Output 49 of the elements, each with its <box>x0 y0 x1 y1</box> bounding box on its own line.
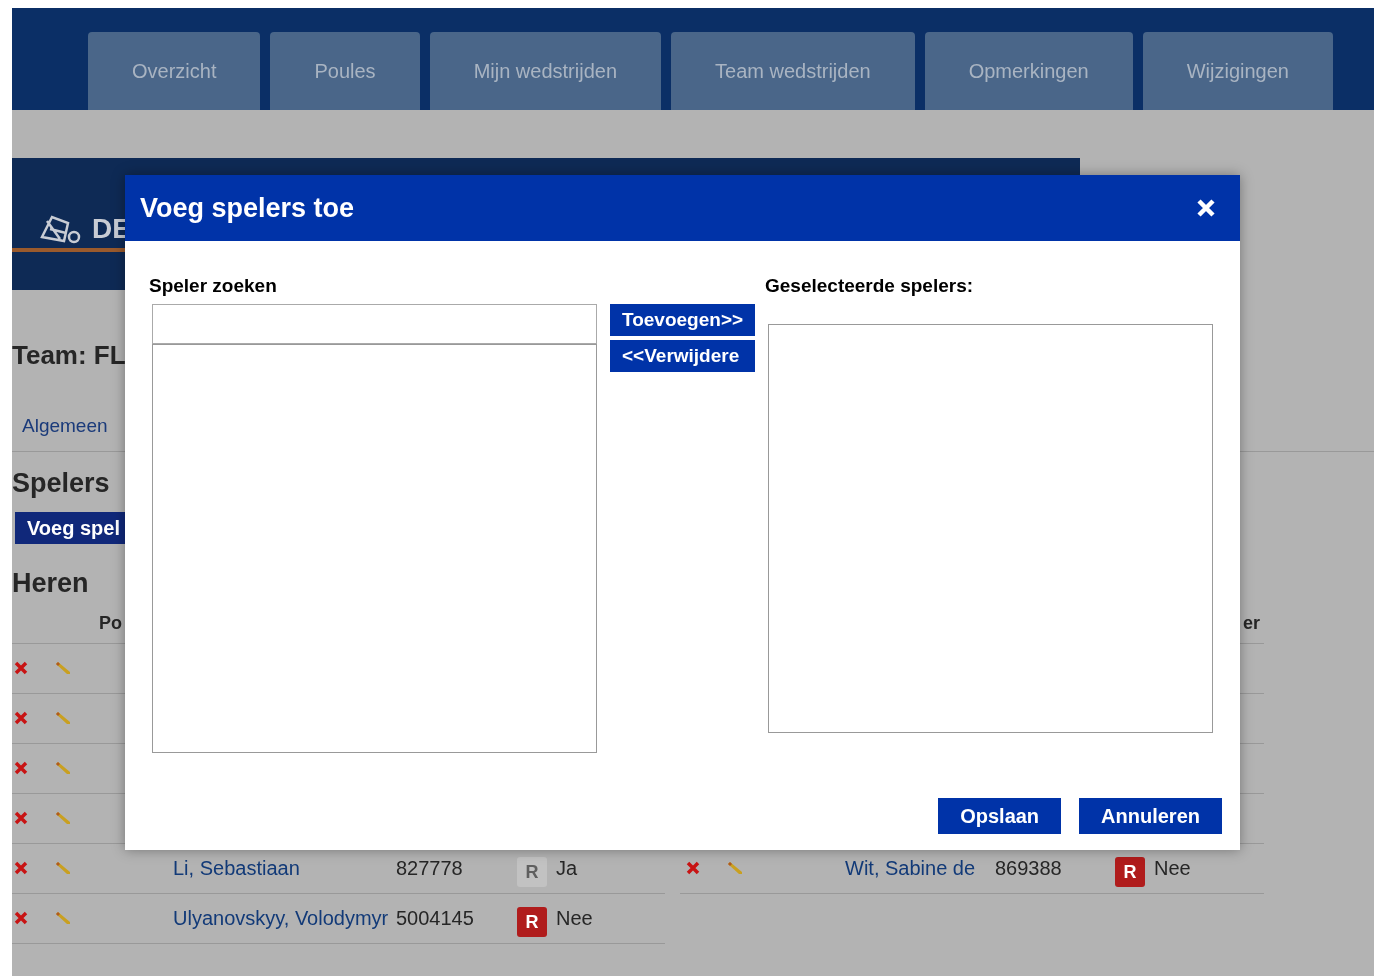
team-title: Team: FL <box>12 340 126 370</box>
player-number: 869388 <box>995 856 1063 881</box>
player-number: 5004145 <box>396 906 475 931</box>
delete-icon[interactable] <box>14 811 28 825</box>
column-header: er <box>1243 611 1260 635</box>
delete-icon[interactable] <box>14 661 28 675</box>
player-name-link[interactable]: Li, Sebastiaan <box>173 853 396 883</box>
delete-icon[interactable] <box>14 911 28 925</box>
section-title: Spelers <box>12 466 110 500</box>
subnav-link[interactable]: Algemeen <box>22 412 108 441</box>
player-name-link[interactable]: Wit, Sabine de <box>845 853 995 883</box>
nav-tab[interactable]: Wijzigingen <box>1142 32 1333 110</box>
selected-players-label: Geselecteerde spelers: <box>765 275 975 297</box>
delete-icon[interactable] <box>686 861 700 875</box>
player-number: 827778 <box>396 856 464 881</box>
pencil-icon[interactable] <box>55 911 71 925</box>
delete-icon[interactable] <box>14 861 28 875</box>
column-header: Po <box>99 611 122 635</box>
add-button[interactable]: Toevoegen>> <box>610 304 755 336</box>
r-badge: R <box>517 857 547 887</box>
r-badge: R <box>1115 857 1145 887</box>
dialog-button[interactable]: Annuleren <box>1079 798 1222 834</box>
answer-text: Nee <box>556 906 593 931</box>
pencil-icon[interactable] <box>55 761 71 775</box>
close-icon[interactable] <box>1196 198 1216 218</box>
search-field[interactable] <box>152 304 597 344</box>
modal-title: Voeg spelers toe <box>140 191 355 225</box>
pencil-icon[interactable] <box>727 861 743 875</box>
player-name-link[interactable]: Ulyanovskyy, Volodymyr <box>173 903 396 933</box>
nav-tab[interactable]: Team wedstrijden <box>671 32 915 110</box>
nav-tab[interactable]: Mijn wedstrijden <box>429 32 661 110</box>
answer-text: Ja <box>556 856 578 881</box>
add-players-button[interactable]: Voeg spel <box>15 511 125 544</box>
shuttlecock-icon <box>38 213 82 245</box>
delete-icon[interactable] <box>14 711 28 725</box>
dialog-button[interactable]: Opslaan <box>938 798 1062 834</box>
remove-button[interactable]: <<Verwijdere <box>610 340 755 372</box>
pencil-icon[interactable] <box>55 861 71 875</box>
answer-text: Nee <box>1154 856 1191 881</box>
r-badge: R <box>517 907 547 937</box>
pencil-icon[interactable] <box>55 661 71 675</box>
pencil-icon[interactable] <box>55 811 71 825</box>
pencil-icon[interactable] <box>55 711 71 725</box>
group-title: Heren <box>12 566 89 600</box>
nav-tab[interactable]: Overzicht <box>88 32 261 110</box>
nav-tab[interactable]: Poules <box>270 32 420 110</box>
search-label: Speler zoeken <box>149 275 278 297</box>
delete-icon[interactable] <box>14 761 28 775</box>
nav-tab[interactable]: Opmerkingen <box>924 32 1133 110</box>
